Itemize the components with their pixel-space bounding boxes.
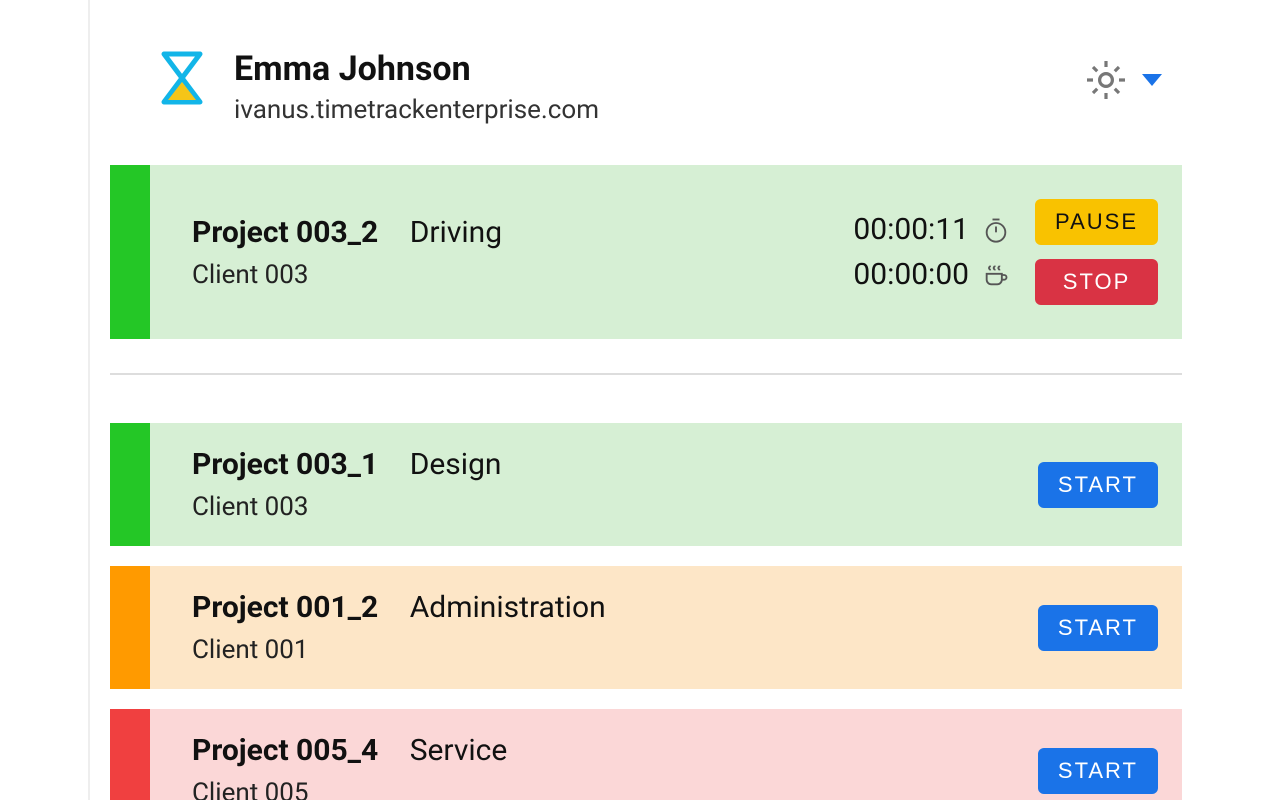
app-logo-hourglass-icon	[154, 50, 210, 106]
task-row: Project 005_4 Service Client 005 START	[110, 709, 1182, 800]
row-color-stripe	[110, 165, 150, 339]
task-row: Project 001_2 Administration Client 001 …	[110, 566, 1182, 689]
start-button[interactable]: START	[1038, 462, 1158, 508]
project-name: Project 005_4	[192, 733, 378, 768]
row-color-stripe	[110, 709, 150, 800]
task-name: Design	[410, 447, 502, 482]
project-name: Project 003_2	[192, 215, 378, 250]
start-button[interactable]: START	[1038, 748, 1158, 794]
client-name: Client 003	[192, 492, 1038, 522]
stop-button[interactable]: STOP	[1035, 259, 1158, 305]
task-name: Service	[410, 733, 508, 768]
task-row: Project 003_1 Design Client 003 START	[110, 423, 1182, 546]
coffee-cup-icon	[981, 260, 1011, 290]
account-domain: ivanus.timetrackenterprise.com	[234, 95, 1082, 125]
project-name: Project 001_2	[192, 590, 378, 625]
settings-dropdown-chevron-icon[interactable]	[1142, 74, 1162, 86]
active-task-row: Project 003_2 Driving Client 003 00:00:1…	[110, 165, 1182, 339]
client-name: Client 003	[192, 260, 853, 290]
project-name: Project 003_1	[192, 447, 378, 482]
pause-button[interactable]: PAUSE	[1035, 199, 1158, 245]
section-divider	[110, 373, 1182, 375]
header: Emma Johnson ivanus.timetrackenterprise.…	[110, 50, 1182, 165]
user-name: Emma Johnson	[234, 50, 1082, 89]
client-name: Client 005	[192, 778, 1038, 800]
client-name: Client 001	[192, 635, 1038, 665]
stopwatch-icon	[981, 215, 1011, 245]
window-left-border	[88, 0, 90, 800]
work-timer-value: 00:00:11	[853, 212, 969, 247]
row-color-stripe	[110, 423, 150, 546]
break-timer-value: 00:00:00	[853, 257, 969, 292]
task-name: Administration	[410, 590, 606, 625]
settings-gear-icon[interactable]	[1082, 56, 1130, 104]
start-button[interactable]: START	[1038, 605, 1158, 651]
task-name: Driving	[410, 215, 502, 250]
row-color-stripe	[110, 566, 150, 689]
